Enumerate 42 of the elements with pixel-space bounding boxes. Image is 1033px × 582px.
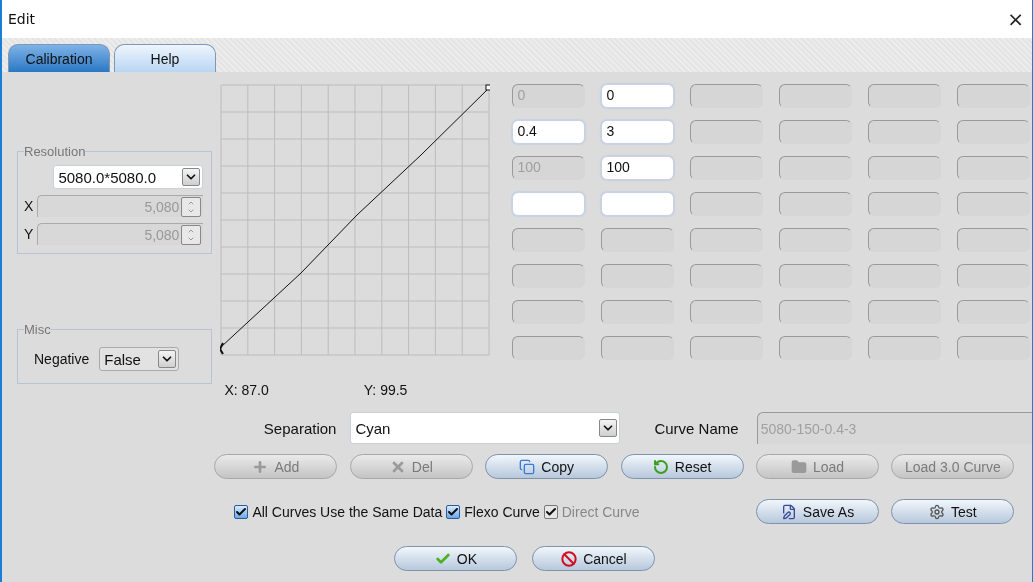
document-pencil-icon (780, 503, 797, 520)
y-readout: Y: 99.5 (363, 382, 408, 398)
checkbox-label: Direct Curve (561, 503, 640, 520)
separation-dropdown[interactable]: Cyan (350, 412, 621, 444)
copy-button[interactable]: Copy (485, 454, 609, 479)
point-field[interactable]: 100 (601, 156, 675, 180)
negative-dropdown[interactable]: False (99, 347, 180, 371)
point-field[interactable]: 0 (601, 84, 675, 108)
close-button[interactable]: × (1005, 7, 1026, 31)
axis-label: Y (24, 226, 34, 242)
stop-icon (561, 550, 578, 567)
point-field[interactable]: 3 (601, 120, 675, 144)
save-button[interactable]: Save As (756, 499, 879, 524)
test-button[interactable]: Test (891, 499, 1015, 524)
ok-button[interactable]: OK (394, 546, 518, 571)
checkbox[interactable] (446, 504, 461, 519)
copy-icon (519, 458, 536, 475)
axis-label: X (24, 198, 34, 214)
spinner-arrows-icon (181, 224, 202, 245)
point-field[interactable] (601, 192, 675, 216)
cancel-button[interactable]: Cancel (532, 546, 656, 571)
x-readout: X: 87.0 (224, 382, 269, 398)
point-field[interactable]: 0.4 (512, 120, 586, 144)
separation-label: Separation (262, 419, 337, 437)
curve-graph-drawing[interactable] (220, 84, 491, 356)
gear-icon (929, 503, 946, 520)
reset-arrow-icon (652, 458, 669, 475)
curve-name-label: Curve Name (654, 419, 739, 437)
reset-button[interactable]: Reset (620, 454, 744, 479)
tab[interactable]: Calibration (8, 44, 110, 72)
plus-icon (252, 458, 269, 475)
checkbox-label: All Curves Use the Same Data (252, 503, 443, 520)
point-field[interactable] (512, 192, 586, 216)
group-title: Misc (24, 322, 51, 337)
group-title: Resolution (24, 144, 86, 159)
negative-label: Negative (34, 351, 90, 367)
window-title: Edit (8, 11, 36, 27)
checkbox[interactable] (234, 504, 249, 519)
folder-icon (790, 458, 807, 475)
tab[interactable]: Help (114, 44, 216, 72)
spinner-arrows-icon (181, 196, 202, 217)
checkbox-label: Flexo Curve (464, 503, 540, 520)
